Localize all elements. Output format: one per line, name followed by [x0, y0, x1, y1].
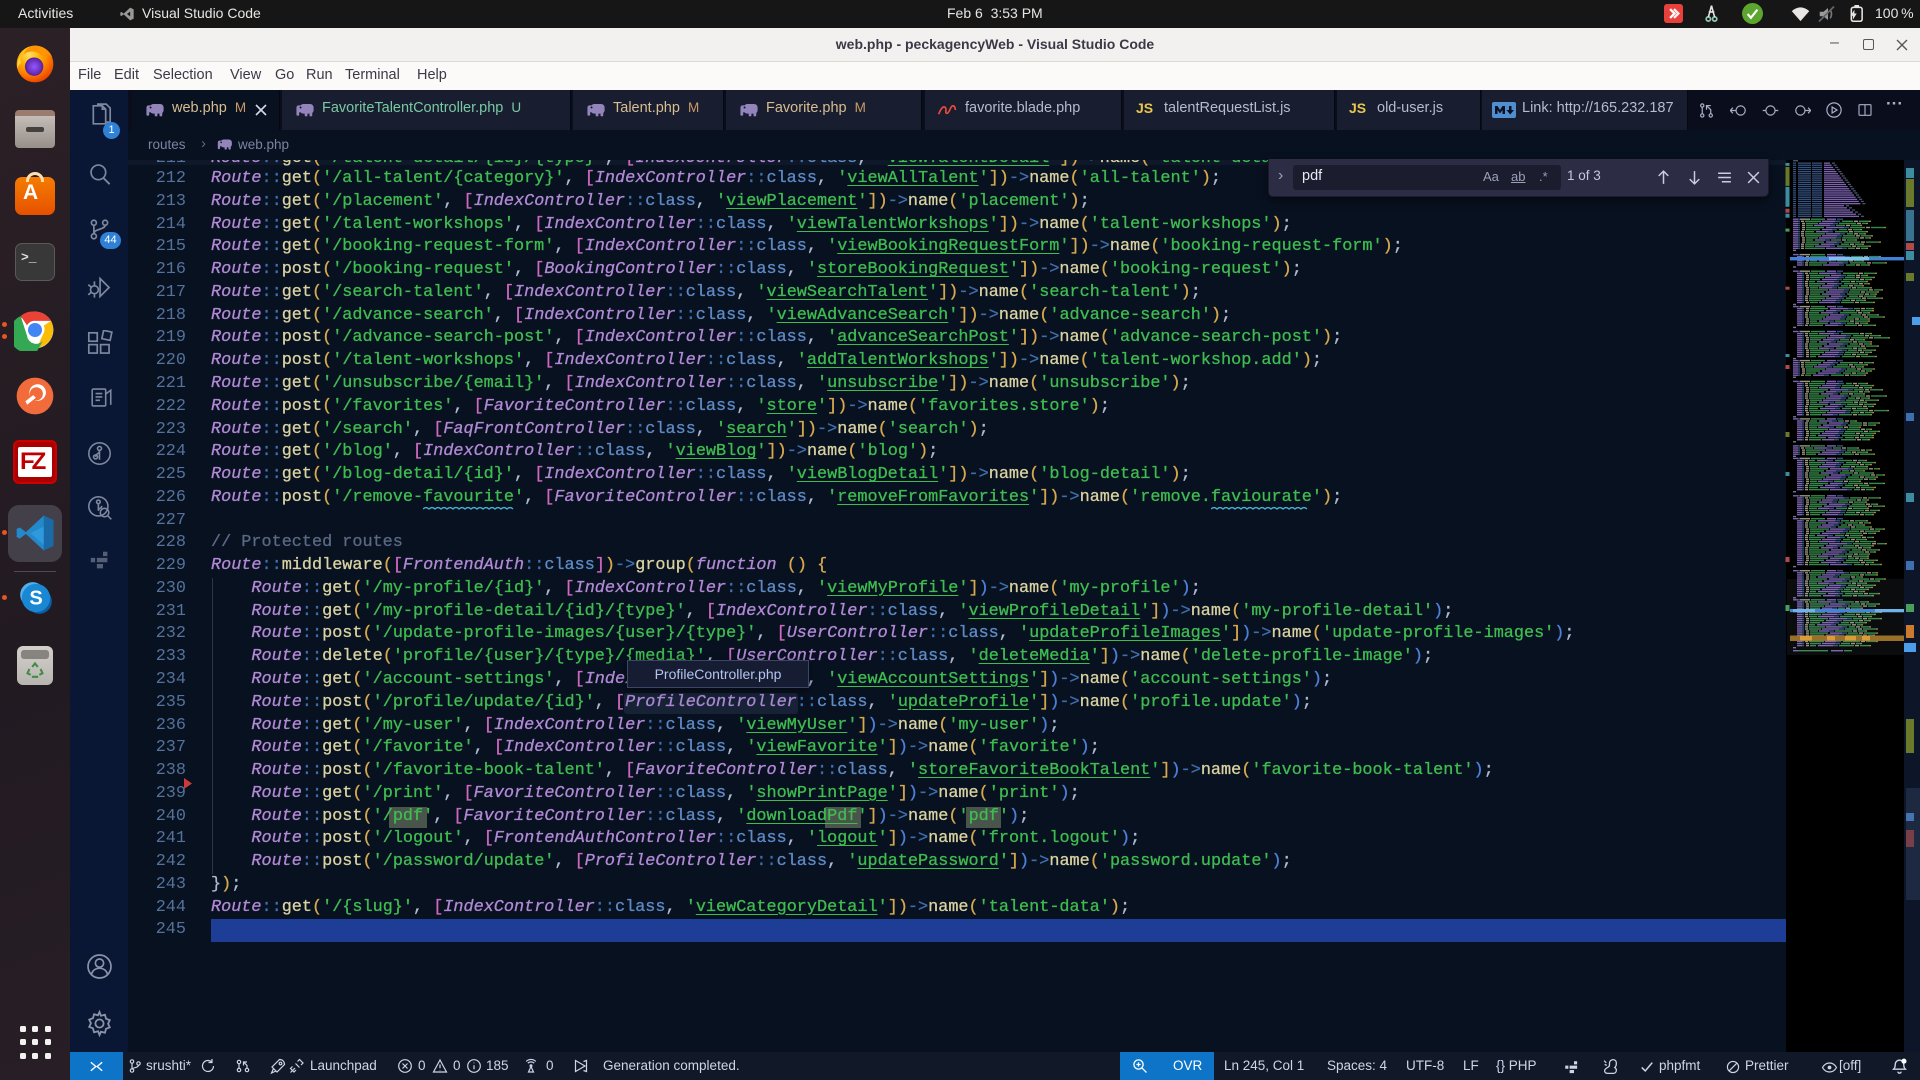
- svg-text:S: S: [29, 588, 42, 610]
